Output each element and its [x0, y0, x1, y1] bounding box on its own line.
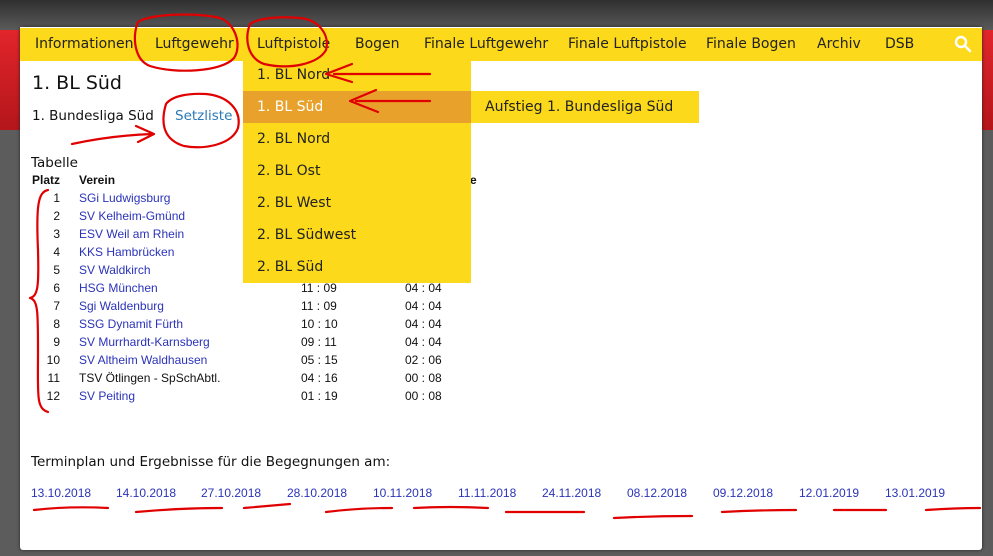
rank-cell: 9 [53, 335, 60, 349]
rank-cell: 4 [53, 245, 60, 259]
score-cell: 05 : 15 [301, 353, 338, 367]
dropdown-item-2bl-sued[interactable]: 2. BL Süd [257, 251, 323, 283]
rank-cell: 5 [53, 263, 60, 277]
score-cell: 10 : 10 [301, 317, 338, 331]
team-link[interactable]: ESV Weil am Rhein [79, 227, 184, 241]
points-cell: 00 : 08 [405, 371, 442, 385]
nav-dsb[interactable]: DSB [885, 28, 914, 61]
dropdown-item-2bl-nord[interactable]: 2. BL Nord [257, 123, 330, 155]
schedule-title: Terminplan und Ergebnisse für die Begegn… [31, 454, 391, 470]
team-link[interactable]: SSG Dynamit Fürth [79, 317, 183, 331]
team-link[interactable]: SV Waldkirch [79, 263, 151, 277]
table-row: 7 Sgi Waldenburg 11 : 09 04 : 04 [0, 299, 600, 317]
rank-cell: 8 [53, 317, 60, 331]
date-link[interactable]: 24.11.2018 [542, 486, 601, 500]
nav-bogen[interactable]: Bogen [355, 28, 400, 61]
date-link[interactable]: 13.01.2019 [885, 486, 945, 500]
rank-cell: 3 [53, 227, 60, 241]
team-link[interactable]: SV Murrhardt-Karnsberg [79, 335, 210, 349]
nav-finale-luftgewehr[interactable]: Finale Luftgewehr [424, 28, 548, 61]
page-subtitle: 1. Bundesliga Süd [32, 108, 154, 124]
browser-dark-band [0, 0, 993, 30]
table-row: 11 TSV Ötlingen - SpSchAbtl. 04 : 16 00 … [0, 371, 600, 389]
luftpistole-dropdown: 1. BL Nord 1. BL Süd 2. BL Nord 2. BL Os… [243, 59, 471, 283]
points-cell: 04 : 04 [405, 335, 442, 349]
points-cell: 04 : 04 [405, 281, 442, 295]
points-cell: 04 : 04 [405, 317, 442, 331]
score-cell: 09 : 11 [301, 335, 337, 349]
nav-luftpistole[interactable]: Luftpistole [257, 28, 330, 61]
nav-finale-bogen[interactable]: Finale Bogen [706, 28, 796, 61]
rank-cell: 10 [46, 353, 60, 367]
team-name: TSV Ötlingen - SpSchAbtl. [79, 371, 221, 385]
table-row: 6 HSG München 11 : 09 04 : 04 [0, 281, 600, 299]
points-cell: 02 : 06 [405, 353, 442, 367]
setzliste-link[interactable]: Setzliste [175, 108, 232, 124]
table-row: 9 SV Murrhardt-Karnsberg 09 : 11 04 : 04 [0, 335, 600, 353]
main-navigation: Informationen Luftgewehr Luftpistole Bog… [20, 27, 982, 61]
sub-dropdown: Aufstieg 1. Bundesliga Süd [471, 91, 699, 123]
dropdown-item-1bl-sued[interactable]: 1. BL Süd [257, 91, 323, 123]
date-link[interactable]: 11.11.2018 [458, 486, 516, 500]
score-cell: 11 : 09 [301, 299, 337, 313]
nav-finale-luftpistole[interactable]: Finale Luftpistole [568, 28, 687, 61]
table-row: 12 SV Peiting 01 : 19 00 : 08 [0, 389, 600, 407]
date-link[interactable]: 09.12.2018 [713, 486, 773, 500]
team-link[interactable]: Sgi Waldenburg [79, 299, 164, 313]
header-verein: Verein [79, 173, 116, 187]
team-link[interactable]: SGi Ludwigsburg [79, 191, 170, 205]
dropdown-item-2bl-suedwest[interactable]: 2. BL Südwest [257, 219, 356, 251]
team-link[interactable]: SV Altheim Waldhausen [79, 353, 207, 367]
submenu-item-aufstieg[interactable]: Aufstieg 1. Bundesliga Süd [485, 91, 673, 123]
rank-cell: 2 [53, 209, 60, 223]
date-link[interactable]: 12.01.2019 [799, 486, 859, 500]
date-link[interactable]: 14.10.2018 [116, 486, 176, 500]
table-row: 10 SV Altheim Waldhausen 05 : 15 02 : 06 [0, 353, 600, 371]
date-link[interactable]: 28.10.2018 [287, 486, 347, 500]
nav-luftgewehr[interactable]: Luftgewehr [155, 28, 234, 61]
rank-cell: 1 [53, 191, 60, 205]
nav-archiv[interactable]: Archiv [817, 28, 861, 61]
dropdown-item-2bl-west[interactable]: 2. BL West [257, 187, 331, 219]
team-link[interactable]: SV Kelheim-Gmünd [79, 209, 185, 223]
rank-cell: 12 [46, 389, 60, 403]
rank-cell: 6 [53, 281, 60, 295]
date-link[interactable]: 10.11.2018 [373, 486, 432, 500]
date-link[interactable]: 27.10.2018 [201, 486, 261, 500]
page-title: 1. BL Süd [32, 72, 122, 94]
score-cell: 01 : 19 [301, 389, 338, 403]
date-link[interactable]: 13.10.2018 [31, 486, 91, 500]
table-title: Tabelle [31, 155, 78, 171]
search-icon[interactable] [954, 35, 972, 53]
header-platz: Platz [32, 173, 61, 187]
team-link[interactable]: HSG München [79, 281, 158, 295]
date-link[interactable]: 08.12.2018 [627, 486, 687, 500]
score-cell: 04 : 16 [301, 371, 338, 385]
rank-cell: 11 [47, 371, 60, 385]
table-row: 8 SSG Dynamit Fürth 10 : 10 04 : 04 [0, 317, 600, 335]
score-cell: 11 : 09 [301, 281, 337, 295]
dropdown-item-1bl-nord[interactable]: 1. BL Nord [257, 59, 330, 91]
dropdown-item-2bl-ost[interactable]: 2. BL Ost [257, 155, 320, 187]
points-cell: 04 : 04 [405, 299, 442, 313]
team-link[interactable]: SV Peiting [79, 389, 135, 403]
rank-cell: 7 [53, 299, 60, 313]
nav-informationen[interactable]: Informationen [35, 28, 134, 61]
points-cell: 00 : 08 [405, 389, 442, 403]
team-link[interactable]: KKS Hambrücken [79, 245, 174, 259]
